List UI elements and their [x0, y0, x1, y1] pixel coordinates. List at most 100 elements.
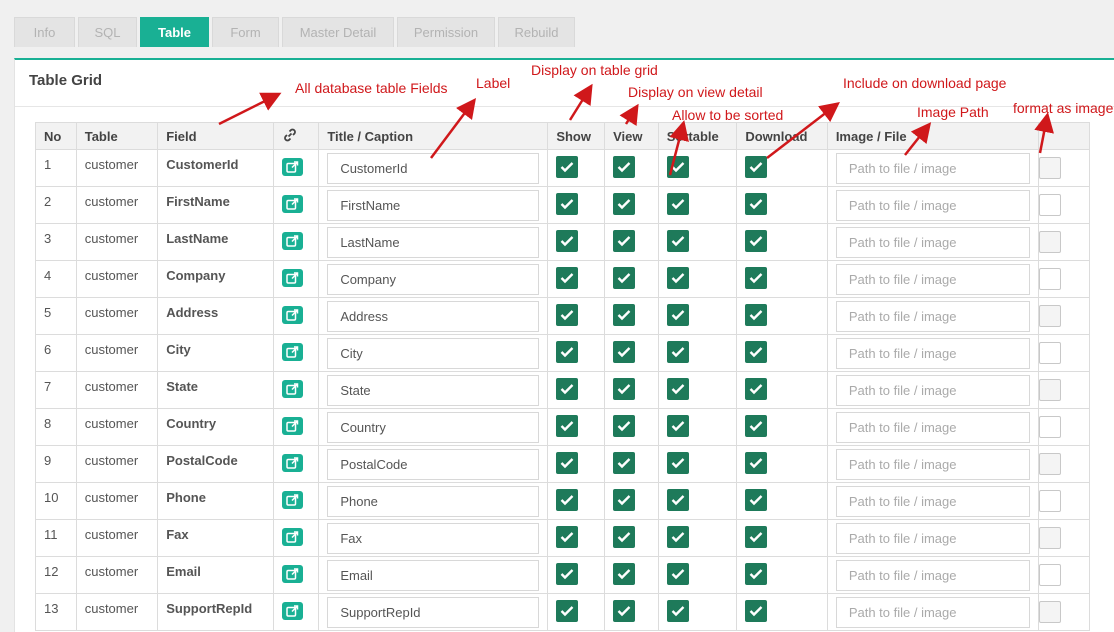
tab-form[interactable]: Form: [212, 17, 279, 47]
download-checkbox[interactable]: [745, 562, 768, 585]
format-as-image-checkbox[interactable]: [1038, 342, 1061, 364]
view-checkbox[interactable]: [613, 562, 636, 585]
download-checkbox[interactable]: [745, 192, 768, 215]
format-as-image-checkbox[interactable]: [1038, 379, 1061, 401]
view-checkbox[interactable]: [613, 525, 636, 548]
image-path-input[interactable]: Path to file / image: [835, 485, 1030, 517]
download-checkbox[interactable]: [745, 266, 768, 289]
image-path-input[interactable]: Path to file / image: [835, 152, 1030, 184]
format-as-image-checkbox[interactable]: [1038, 416, 1061, 438]
external-link-icon[interactable]: [281, 306, 303, 324]
image-path-input[interactable]: Path to file / image: [835, 448, 1030, 480]
format-as-image-checkbox[interactable]: [1038, 268, 1061, 290]
download-checkbox[interactable]: [745, 229, 768, 252]
view-checkbox[interactable]: [613, 303, 636, 326]
title-caption-input[interactable]: Fax: [327, 522, 540, 554]
view-checkbox[interactable]: [613, 599, 636, 622]
tab-master-detail[interactable]: Master Detail: [282, 17, 394, 47]
sortable-checkbox[interactable]: [666, 451, 689, 474]
image-path-input[interactable]: Path to file / image: [835, 596, 1030, 628]
tab-info[interactable]: Info: [14, 17, 75, 47]
image-path-input[interactable]: Path to file / image: [835, 300, 1030, 332]
image-path-input[interactable]: Path to file / image: [835, 559, 1030, 591]
sortable-checkbox[interactable]: [666, 562, 689, 585]
sortable-checkbox[interactable]: [666, 155, 689, 178]
image-path-input[interactable]: Path to file / image: [835, 411, 1030, 443]
view-checkbox[interactable]: [613, 414, 636, 437]
sortable-checkbox[interactable]: [666, 192, 689, 215]
show-checkbox[interactable]: [556, 599, 579, 622]
download-checkbox[interactable]: [745, 488, 768, 511]
view-checkbox[interactable]: [613, 340, 636, 363]
show-checkbox[interactable]: [556, 155, 579, 178]
title-caption-input[interactable]: Company: [327, 263, 540, 295]
show-checkbox[interactable]: [556, 377, 579, 400]
format-as-image-checkbox[interactable]: [1038, 527, 1061, 549]
sortable-checkbox[interactable]: [666, 229, 689, 252]
external-link-icon[interactable]: [281, 602, 303, 620]
view-checkbox[interactable]: [613, 488, 636, 511]
sortable-checkbox[interactable]: [666, 599, 689, 622]
format-as-image-checkbox[interactable]: [1038, 601, 1061, 623]
image-path-input[interactable]: Path to file / image: [835, 337, 1030, 369]
format-as-image-checkbox[interactable]: [1038, 231, 1061, 253]
external-link-icon[interactable]: [281, 528, 303, 546]
title-caption-input[interactable]: CustomerId: [327, 152, 540, 184]
show-checkbox[interactable]: [556, 451, 579, 474]
download-checkbox[interactable]: [745, 155, 768, 178]
image-path-input[interactable]: Path to file / image: [835, 263, 1030, 295]
format-as-image-checkbox[interactable]: [1038, 194, 1061, 216]
format-as-image-checkbox[interactable]: [1038, 453, 1061, 475]
show-checkbox[interactable]: [556, 525, 579, 548]
show-checkbox[interactable]: [556, 562, 579, 585]
title-caption-input[interactable]: Address: [327, 300, 540, 332]
external-link-icon[interactable]: [281, 269, 303, 287]
sortable-checkbox[interactable]: [666, 303, 689, 326]
image-path-input[interactable]: Path to file / image: [835, 374, 1030, 406]
download-checkbox[interactable]: [745, 303, 768, 326]
external-link-icon[interactable]: [281, 343, 303, 361]
download-checkbox[interactable]: [745, 599, 768, 622]
external-link-icon[interactable]: [281, 491, 303, 509]
external-link-icon[interactable]: [281, 195, 303, 213]
view-checkbox[interactable]: [613, 451, 636, 474]
image-path-input[interactable]: Path to file / image: [835, 189, 1030, 221]
show-checkbox[interactable]: [556, 266, 579, 289]
external-link-icon[interactable]: [281, 232, 303, 250]
show-checkbox[interactable]: [556, 340, 579, 363]
title-caption-input[interactable]: PostalCode: [327, 448, 540, 480]
title-caption-input[interactable]: LastName: [327, 226, 540, 258]
download-checkbox[interactable]: [745, 340, 768, 363]
download-checkbox[interactable]: [745, 525, 768, 548]
view-checkbox[interactable]: [613, 192, 636, 215]
download-checkbox[interactable]: [745, 377, 768, 400]
title-caption-input[interactable]: Email: [327, 559, 540, 591]
sortable-checkbox[interactable]: [666, 377, 689, 400]
format-as-image-checkbox[interactable]: [1038, 564, 1061, 586]
sortable-checkbox[interactable]: [666, 266, 689, 289]
format-as-image-checkbox[interactable]: [1038, 305, 1061, 327]
title-caption-input[interactable]: Phone: [327, 485, 540, 517]
title-caption-input[interactable]: State: [327, 374, 540, 406]
show-checkbox[interactable]: [556, 414, 579, 437]
external-link-icon[interactable]: [281, 454, 303, 472]
external-link-icon[interactable]: [281, 158, 303, 176]
format-as-image-checkbox[interactable]: [1038, 490, 1061, 512]
download-checkbox[interactable]: [745, 414, 768, 437]
title-caption-input[interactable]: FirstName: [327, 189, 540, 221]
external-link-icon[interactable]: [281, 380, 303, 398]
title-caption-input[interactable]: City: [327, 337, 540, 369]
sortable-checkbox[interactable]: [666, 488, 689, 511]
external-link-icon[interactable]: [281, 565, 303, 583]
image-path-input[interactable]: Path to file / image: [835, 226, 1030, 258]
format-as-image-checkbox[interactable]: [1038, 157, 1061, 179]
sortable-checkbox[interactable]: [666, 525, 689, 548]
image-path-input[interactable]: Path to file / image: [835, 522, 1030, 554]
sortable-checkbox[interactable]: [666, 414, 689, 437]
title-caption-input[interactable]: SupportRepId: [327, 596, 540, 628]
show-checkbox[interactable]: [556, 229, 579, 252]
view-checkbox[interactable]: [613, 266, 636, 289]
tab-sql[interactable]: SQL: [78, 17, 137, 47]
tab-rebuild[interactable]: Rebuild: [498, 17, 575, 47]
view-checkbox[interactable]: [613, 229, 636, 252]
